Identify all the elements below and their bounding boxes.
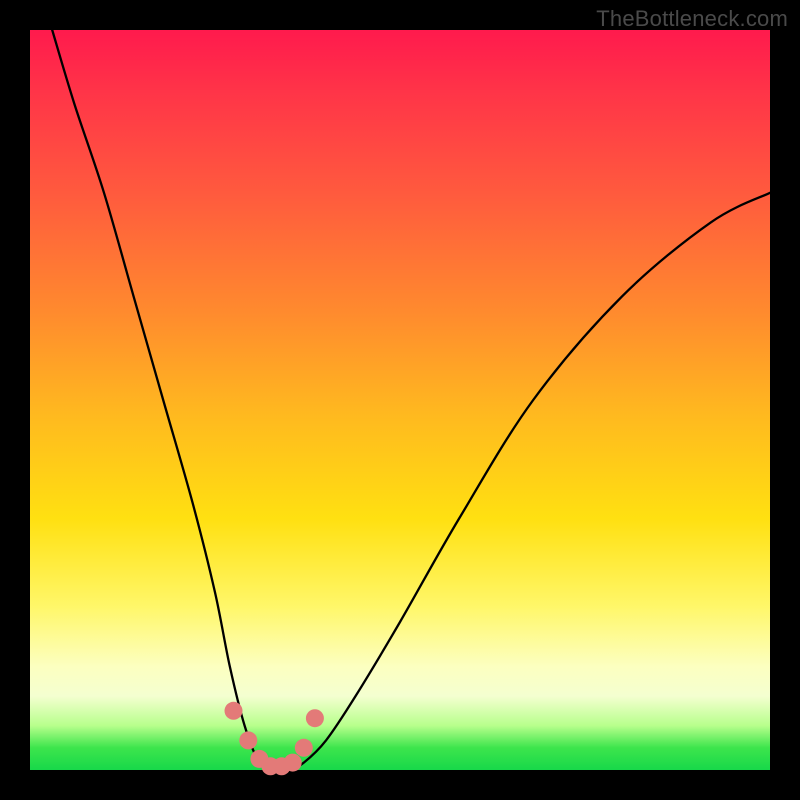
bottleneck-curve: [52, 30, 770, 771]
chart-svg: [30, 30, 770, 770]
optimal-zone-markers: [225, 702, 324, 776]
watermark-text: TheBottleneck.com: [596, 6, 788, 32]
plot-area: [30, 30, 770, 770]
optimal-marker: [239, 731, 257, 749]
optimal-marker: [225, 702, 243, 720]
chart-frame: TheBottleneck.com: [0, 0, 800, 800]
optimal-marker: [295, 739, 313, 757]
optimal-marker: [284, 754, 302, 772]
optimal-marker: [306, 709, 324, 727]
